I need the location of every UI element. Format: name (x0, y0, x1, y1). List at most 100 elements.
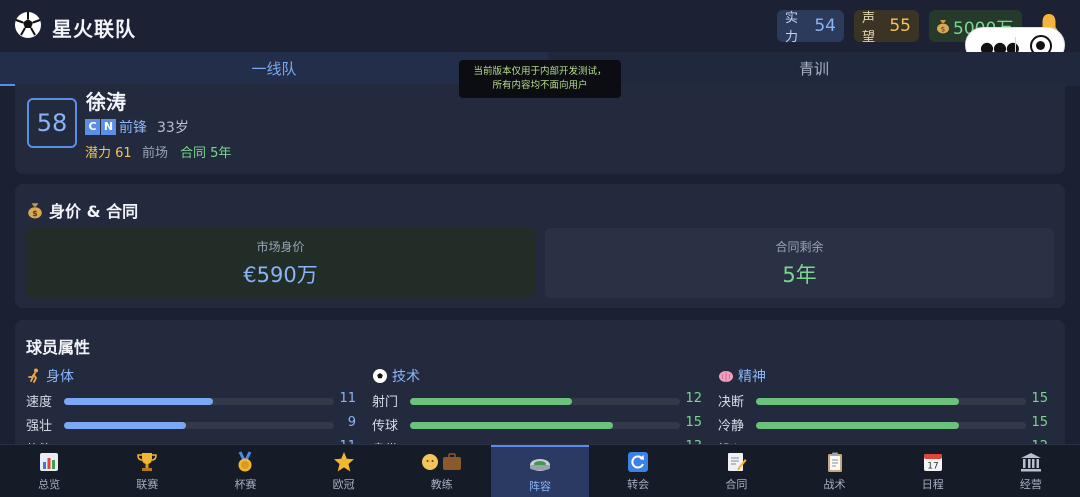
nav-item-9[interactable]: 17 日程 (884, 445, 982, 497)
value-section-title: $ 身价 & 合同 (26, 198, 138, 222)
nav-item-10[interactable]: 经营 (982, 445, 1080, 497)
market-value-box: 市场身价 €590万 (26, 228, 535, 298)
attributes-title: 球员属性 (26, 338, 91, 357)
attribute-row: 传球 15 (372, 412, 702, 434)
attribute-bar-fill (410, 398, 572, 405)
attribute-row: 速度 11 (26, 388, 356, 410)
attribute-bar-track (410, 422, 680, 429)
attribute-value: 15 (1031, 415, 1048, 430)
attribute-bar-fill (756, 422, 959, 429)
attribute-bar-track (756, 422, 1026, 429)
attribute-group-name: 技术 (392, 369, 420, 385)
attribute-bar-track (64, 422, 334, 429)
nav-item-label: 转会 (627, 478, 650, 491)
nav-item-4[interactable]: 教练 (393, 445, 491, 497)
svg-text:$: $ (941, 26, 945, 34)
reputation-badge[interactable]: 声望 55 (854, 10, 919, 45)
attribute-bar-fill (64, 422, 186, 429)
attribute-bar-track (410, 398, 680, 405)
country-letter: C (85, 119, 100, 135)
svg-text:17: 17 (927, 462, 938, 472)
nav-item-label: 战术 (823, 478, 846, 491)
player-age: 33岁 (157, 120, 189, 136)
attribute-label: 强壮 (26, 419, 53, 434)
country-letter: N (101, 119, 116, 135)
star-icon (333, 452, 354, 472)
nav-item-2[interactable]: 杯赛 (196, 445, 294, 497)
power-badge[interactable]: 实力 54 (777, 10, 844, 45)
memo-icon (728, 453, 747, 471)
attribute-label: 射门 (372, 395, 399, 410)
money-bag-icon: $ (28, 203, 42, 219)
contract-remaining-label: 合同剩余 (775, 240, 824, 254)
attribute-value: 15 (1031, 391, 1048, 406)
toast-line-1: 当前版本仅用于内部开发测试， (473, 66, 607, 77)
attribute-label: 传球 (372, 419, 399, 434)
country-flag: C N (85, 119, 117, 135)
value-section-label: 身价 & 合同 (49, 202, 139, 221)
attribute-group-header: 精神 (718, 366, 1048, 386)
reputation-label: 声望 (862, 11, 876, 45)
nav-item-5[interactable]: 阵容 (490, 445, 590, 497)
power-label: 实力 (785, 11, 799, 45)
nav-item-label: 欧冠 (332, 478, 355, 491)
attribute-group-header: 身体 (26, 366, 356, 386)
nav-item-1[interactable]: 联赛 (98, 445, 196, 497)
bar-chart-icon (40, 453, 59, 471)
nav-item-label: 杯赛 (234, 478, 257, 491)
nav-item-label: 联赛 (136, 478, 159, 491)
contract-remaining-box: 合同剩余 5年 (545, 228, 1054, 298)
football-icon (373, 369, 387, 383)
attribute-bar-fill (64, 398, 213, 405)
football-logo-icon (15, 12, 41, 38)
bottom-nav: 总览 联赛 杯赛 欧冠 教练 阵容 转会 合同 战术 17 日程 经营 (0, 444, 1080, 497)
attribute-label: 决断 (718, 395, 745, 410)
attribute-value: 9 (347, 415, 356, 430)
svg-text:$: $ (32, 209, 37, 218)
attribute-row: 冷静 15 (718, 412, 1048, 434)
power-value: 54 (814, 16, 836, 36)
bank-icon (1020, 453, 1041, 472)
attribute-label: 速度 (26, 395, 53, 410)
nav-item-label: 经营 (1019, 478, 1042, 491)
jersey-number: 58 (27, 98, 77, 148)
runner-icon (28, 368, 38, 383)
medal-icon (238, 451, 252, 472)
nav-item-6[interactable]: 转会 (589, 445, 687, 497)
nav-item-8[interactable]: 战术 (785, 445, 883, 497)
attribute-group-name: 身体 (46, 369, 74, 385)
nav-item-7[interactable]: 合同 (687, 445, 785, 497)
toast-line-2: 所有内容均不面向用户 (492, 80, 588, 91)
dev-notice-toast: 当前版本仅用于内部开发测试， 所有内容均不面向用户 (459, 60, 621, 98)
attribute-row: 强壮 9 (26, 412, 356, 434)
nav-item-3[interactable]: 欧冠 (295, 445, 393, 497)
nav-item-label: 阵容 (528, 480, 551, 493)
market-value: €590万 (243, 263, 318, 287)
nav-item-0[interactable]: 总览 (0, 445, 98, 497)
player-potential: 潜力 61 (85, 146, 132, 161)
attribute-group-header: 技术 (372, 366, 702, 386)
attribute-value: 12 (685, 391, 702, 406)
stadium-icon (529, 459, 550, 471)
attribute-value: 11 (339, 391, 356, 406)
player-zone: 前场 (142, 146, 169, 161)
app-title: 星火联队 (52, 17, 136, 41)
player-contract: 合同 5年 (180, 146, 232, 161)
refresh-icon (628, 452, 649, 472)
tab-youth[interactable]: 青训 (548, 52, 1080, 86)
attribute-value: 15 (685, 415, 702, 430)
attribute-row: 决断 15 (718, 388, 1048, 410)
attributes-card: 球员属性 身体速度11强壮9体能11技术射门12传球15盘带13精神决断15冷静… (15, 320, 1065, 460)
trophy-icon (137, 453, 158, 471)
nav-item-label: 总览 (38, 478, 61, 491)
player-position: 前锋 (119, 120, 147, 136)
clipboard-icon (827, 452, 842, 472)
nav-item-label: 日程 (921, 478, 944, 491)
attribute-bar-track (64, 398, 334, 405)
brain-icon (719, 371, 733, 382)
contract-remaining-value: 5年 (782, 263, 817, 287)
top-bar: 星火联队 实力 54 声望 55 $ 5000万 (0, 0, 1080, 52)
attribute-group-name: 精神 (738, 369, 766, 385)
attribute-row: 射门 12 (372, 388, 702, 410)
reputation-value: 55 (889, 16, 911, 36)
